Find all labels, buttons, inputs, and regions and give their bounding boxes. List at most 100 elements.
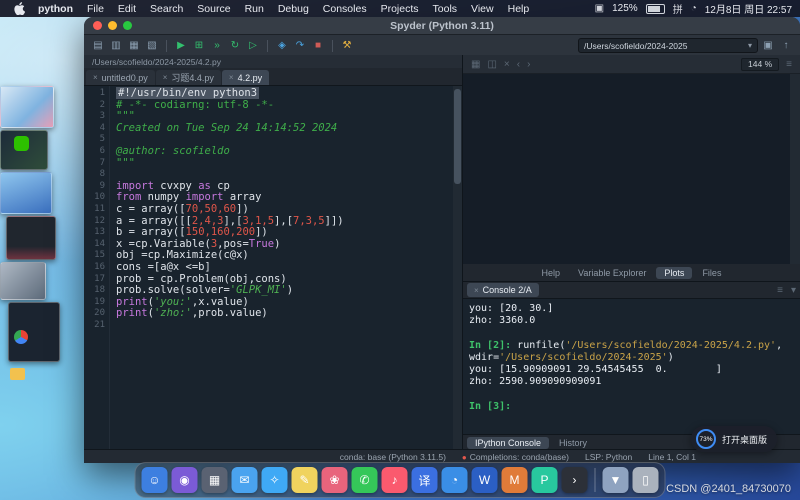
editor-tab-untitled0.py[interactable]: ×untitled0.py (86, 70, 155, 85)
save-all-button[interactable]: ▧ (144, 38, 160, 54)
close-console-icon[interactable]: × (474, 286, 479, 295)
open-file-button[interactable]: ▥ (108, 38, 124, 54)
console-body[interactable]: you: [20. 30.]zho: 3360.0 In [2]: runfil… (463, 299, 800, 434)
debug-file-button[interactable]: ◈ (274, 38, 290, 54)
editor-tab-习题4.4.py[interactable]: ×习题4.4.py (156, 70, 221, 85)
browse-directory-button[interactable]: ▣ (760, 38, 776, 54)
wechat-desktop-icon[interactable] (14, 136, 29, 151)
menu-source[interactable]: Source (190, 3, 237, 15)
menu-consoles[interactable]: Consoles (316, 3, 374, 15)
console-options-icon[interactable]: ▾ (791, 285, 796, 296)
dock-finder[interactable]: ☺ (142, 467, 168, 493)
step-over-button[interactable]: ↷ (292, 38, 308, 54)
menu-search[interactable]: Search (143, 3, 190, 15)
menu-help[interactable]: Help (501, 3, 537, 15)
dock-wechat[interactable]: ✆ (352, 467, 378, 493)
run-cell-advance-button[interactable]: » (209, 38, 225, 54)
desktop-window-thumbnail[interactable] (6, 216, 56, 260)
dock-netdisk[interactable]: ◔ (442, 467, 468, 493)
menu-file[interactable]: File (80, 3, 111, 15)
copy-plot-icon[interactable]: ◫ (487, 59, 496, 70)
dock-translate[interactable]: 译 (412, 467, 438, 493)
pane-tab-help[interactable]: Help (534, 267, 569, 279)
siri-icon: ◉ (179, 473, 189, 487)
remove-plot-icon[interactable]: × (504, 59, 510, 70)
dock-matlab[interactable]: M (502, 467, 528, 493)
save-plot-icon[interactable]: ▦ (471, 59, 480, 70)
close-tab-icon[interactable]: × (93, 73, 98, 82)
previous-plot-icon[interactable]: ‹ (517, 59, 520, 70)
dock-launchpad[interactable]: ▦ (202, 467, 228, 493)
editor-tabbar: ×untitled0.py×习题4.4.py×4.2.py (84, 68, 462, 86)
plots-scrollbar[interactable] (790, 74, 800, 264)
desktop-window-thumbnail[interactable] (0, 172, 52, 214)
menu-debug[interactable]: Debug (271, 3, 316, 15)
console-tab[interactable]: × Console 2/A (467, 283, 539, 297)
status-lsp[interactable]: LSP: Python (585, 452, 632, 462)
terminal-icon: › (573, 473, 577, 487)
battery-icon[interactable] (646, 4, 665, 14)
pane-tab-files[interactable]: Files (694, 267, 729, 279)
next-plot-icon[interactable]: › (527, 59, 530, 70)
new-file-button[interactable]: ▤ (90, 38, 106, 54)
run-selection-button[interactable]: ▷ (245, 38, 261, 54)
pane-options-icon[interactable]: ≡ (786, 59, 792, 70)
app-menu-python[interactable]: python (31, 3, 80, 15)
desktop-window-thumbnail[interactable] (0, 86, 54, 128)
editor-scrollbar[interactable] (453, 86, 462, 450)
dock-terminal[interactable]: › (562, 467, 588, 493)
console-tab-ipython-console[interactable]: IPython Console (467, 437, 549, 449)
control-center-icon[interactable]: ◔ (691, 3, 697, 14)
dock-word[interactable]: W (472, 467, 498, 493)
status-completions[interactable]: ●Completions: conda(base) (462, 452, 569, 462)
console-list-icon[interactable]: ≡ (777, 285, 783, 296)
close-tab-icon[interactable]: × (229, 73, 234, 82)
console-tab-history[interactable]: History (551, 437, 595, 449)
preferences-button[interactable]: ⚒ (339, 38, 355, 54)
stop-button[interactable]: ■ (310, 38, 326, 54)
chrome-desktop-icon[interactable] (14, 330, 28, 344)
editor-tab-4.2.py[interactable]: ×4.2.py (222, 70, 269, 85)
save-file-button[interactable]: ▦ (126, 38, 142, 54)
pane-tab-variable-explorer[interactable]: Variable Explorer (570, 267, 654, 279)
apple-menu[interactable] (8, 2, 31, 15)
run-cell-button[interactable]: ⊞ (191, 38, 207, 54)
menubar-clock[interactable]: 12月8日 周日 22:57 (705, 1, 792, 16)
dock-trash[interactable]: ▯ (633, 467, 659, 493)
dock-pycharm[interactable]: P (532, 467, 558, 493)
dock-downloads[interactable]: ▼ (603, 467, 629, 493)
menu-view[interactable]: View (464, 3, 501, 15)
status-conda[interactable]: conda: base (Python 3.11.5) (340, 452, 446, 462)
spyder-window: Spyder (Python 3.11) ▤▥▦▧▶⊞»↻▷◈↷■⚒ /User… (84, 17, 800, 463)
code-editor[interactable]: 123456789101112131415161718192021 #!/usr… (84, 86, 462, 450)
screen-mirroring-widget[interactable]: 73% 打开桌面版 (691, 426, 777, 452)
tab-label: 习题4.4.py (171, 71, 214, 84)
window-titlebar[interactable]: Spyder (Python 3.11) (84, 17, 800, 35)
dock-music[interactable]: ♪ (382, 467, 408, 493)
input-method-icon[interactable]: 拼 (673, 1, 683, 16)
parent-directory-button[interactable]: ↑ (778, 38, 794, 54)
dock-mail[interactable]: ✉ (232, 467, 258, 493)
menu-projects[interactable]: Projects (374, 3, 426, 15)
progress-ring: 73% (696, 429, 716, 449)
working-directory-selector[interactable]: /Users/scofieldo/2024-2025 ▾ (578, 38, 758, 53)
folder-desktop-icon[interactable] (10, 368, 25, 380)
close-tab-icon[interactable]: × (163, 73, 168, 82)
scrollbar-thumb[interactable] (454, 89, 461, 184)
pane-tab-plots[interactable]: Plots (656, 267, 692, 279)
line-number: 3 (84, 111, 105, 123)
dock-notes[interactable]: ✎ (292, 467, 318, 493)
rerun-cell-button[interactable]: ↻ (227, 38, 243, 54)
console-line: you: [15.90909091 29.54545455 0. ] (469, 364, 794, 376)
menu-edit[interactable]: Edit (111, 3, 143, 15)
macos-menubar: python FileEditSearchSourceRunDebugConso… (0, 0, 800, 17)
dock-photos[interactable]: ❀ (322, 467, 348, 493)
dock-siri[interactable]: ◉ (172, 467, 198, 493)
desktop-window-thumbnail[interactable] (0, 262, 46, 300)
menu-tools[interactable]: Tools (426, 3, 465, 15)
menu-run[interactable]: Run (238, 3, 271, 15)
dock-safari[interactable]: ✧ (262, 467, 288, 493)
run-file-button[interactable]: ▶ (173, 38, 189, 54)
screen-mirroring-icon[interactable]: ▣ (595, 3, 604, 14)
zoom-level[interactable]: 144 % (741, 58, 779, 71)
